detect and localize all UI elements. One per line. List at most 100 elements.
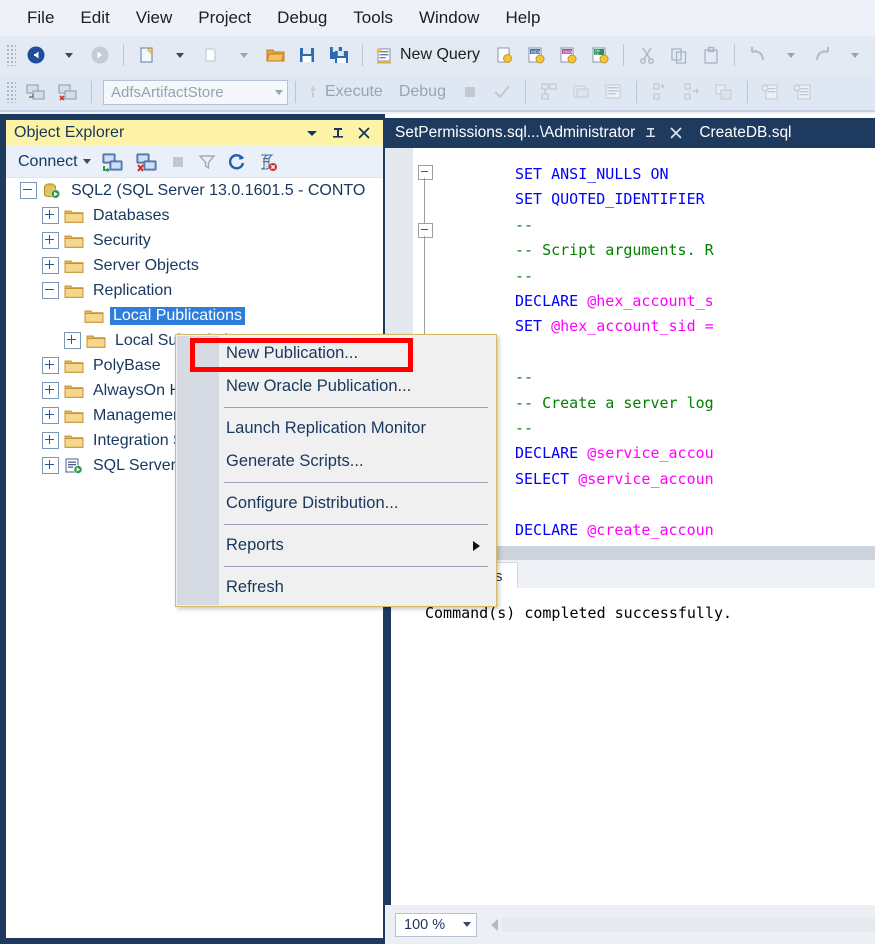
expander-minus-icon[interactable]	[42, 282, 59, 299]
zoom-level-combo[interactable]: 100 %	[395, 912, 477, 937]
tree-node-server-objects[interactable]: Server Objects	[6, 253, 383, 278]
expander-minus-icon[interactable]	[20, 182, 37, 199]
tree-node-databases[interactable]: Databases	[6, 203, 383, 228]
connect-dropdown-button[interactable]: Connect	[13, 153, 96, 171]
save-button[interactable]	[291, 41, 323, 69]
stop-action-button[interactable]	[164, 153, 192, 171]
fold-toggle-1[interactable]	[418, 165, 433, 180]
database-engine-query-button[interactable]	[488, 41, 520, 69]
tab-setpermissions-sql[interactable]: SetPermissions.sql...\Administrator	[385, 118, 690, 148]
expander-plus-icon[interactable]	[64, 332, 81, 349]
expander-plus-icon[interactable]	[42, 407, 59, 424]
save-all-button[interactable]	[323, 41, 355, 69]
toolbar-grip[interactable]	[6, 44, 16, 66]
stop-icon	[172, 156, 183, 167]
open-file-button[interactable]	[259, 41, 291, 69]
results-to-grid-button[interactable]	[597, 78, 629, 106]
expander-plus-icon[interactable]	[42, 232, 59, 249]
context-menu-item-refresh[interactable]: Refresh	[176, 571, 496, 604]
context-menu-item-reports[interactable]: Reports	[176, 529, 496, 562]
stop-button[interactable]	[454, 78, 486, 106]
navigate-back-dropdown[interactable]	[52, 41, 84, 69]
scroll-left-arrow-icon[interactable]	[491, 918, 498, 931]
cut-button[interactable]	[631, 41, 663, 69]
context-menu-item-new-oracle-publication[interactable]: New Oracle Publication...	[176, 370, 496, 403]
parse-button[interactable]	[486, 78, 518, 106]
context-menu-separator	[224, 524, 488, 525]
tree-node-server[interactable]: SQL2 (SQL Server 13.0.1601.5 - CONTO	[6, 178, 383, 203]
results-to-text-button[interactable]	[755, 78, 787, 106]
disconnect-query-button[interactable]	[52, 78, 84, 106]
refresh-button[interactable]	[222, 152, 252, 172]
tab-pin-button[interactable]	[645, 126, 659, 140]
paste-button[interactable]	[695, 41, 727, 69]
expander-plus-icon[interactable]	[42, 382, 59, 399]
redo-dropdown[interactable]	[838, 41, 870, 69]
available-databases-combo[interactable]: AdfsArtifactStore	[103, 79, 288, 105]
context-menu-item-configure-distribution[interactable]: Configure Distribution...	[176, 487, 496, 520]
svg-text:DMX: DMX	[563, 49, 573, 54]
tree-node-replication[interactable]: Replication	[6, 278, 383, 303]
context-menu-item-new-publication[interactable]: New Publication...	[176, 337, 496, 370]
results-to-file-button[interactable]	[787, 78, 819, 106]
debug-button[interactable]: Debug	[391, 78, 454, 106]
close-panel-button[interactable]	[351, 125, 377, 141]
new-project-dropdown[interactable]	[163, 41, 195, 69]
expander-plus-icon[interactable]	[42, 207, 59, 224]
zoom-level-value: 100 %	[404, 916, 446, 933]
script-error-button[interactable]	[252, 152, 284, 172]
indent-button[interactable]	[644, 78, 676, 106]
replication-context-menu[interactable]: New Publication... New Oracle Publicatio…	[175, 334, 497, 607]
menu-tools[interactable]: Tools	[340, 6, 406, 30]
display-estimated-plan-button[interactable]	[533, 78, 565, 106]
comment-lines-button[interactable]	[708, 78, 740, 106]
toolbar2-grip[interactable]	[6, 81, 16, 103]
redo-button[interactable]	[806, 41, 838, 69]
editor-horizontal-scrollbar[interactable]	[440, 546, 875, 560]
menu-edit[interactable]: Edit	[67, 6, 122, 30]
new-item-dropdown[interactable]	[227, 41, 259, 69]
expander-plus-icon[interactable]	[42, 357, 59, 374]
menu-project[interactable]: Project	[185, 6, 264, 30]
dmx-query-button[interactable]: DMX	[552, 41, 584, 69]
mdx-query-button[interactable]: MDX	[520, 41, 552, 69]
expander-plus-icon[interactable]	[42, 432, 59, 449]
navigate-forward-button[interactable]	[84, 41, 116, 69]
tab-createdb-sql[interactable]: CreateDB.sql	[689, 118, 797, 148]
menu-file[interactable]: File	[14, 6, 67, 30]
new-item-button[interactable]	[195, 41, 227, 69]
tab-close-button[interactable]	[669, 126, 683, 140]
auto-hide-pin-button[interactable]	[325, 125, 351, 141]
undo-button[interactable]	[742, 41, 774, 69]
new-query-button[interactable]: New Query	[370, 41, 488, 69]
new-project-button[interactable]	[131, 41, 163, 69]
copy-icon	[671, 48, 687, 64]
undo-dropdown[interactable]	[774, 41, 806, 69]
menu-view[interactable]: View	[123, 6, 186, 30]
connect-query-button[interactable]	[20, 78, 52, 106]
expander-plus-icon[interactable]	[42, 257, 59, 274]
tree-node-local-publications[interactable]: Local Publications	[6, 303, 383, 328]
query-options-button[interactable]	[565, 78, 597, 106]
tree-node-security[interactable]: Security	[6, 228, 383, 253]
context-menu-item-launch-replication-monitor[interactable]: Launch Replication Monitor	[176, 412, 496, 445]
connect-object-explorer-button[interactable]	[96, 152, 130, 172]
specify-values-button[interactable]	[676, 78, 708, 106]
menu-help[interactable]: Help	[492, 6, 553, 30]
context-menu-item-generate-scripts[interactable]: Generate Scripts...	[176, 445, 496, 478]
xmla-query-button[interactable]: XM LA	[584, 41, 616, 69]
menu-debug[interactable]: Debug	[264, 6, 340, 30]
execute-button[interactable]: Execute	[303, 78, 391, 106]
menu-window[interactable]: Window	[406, 6, 492, 30]
server-icon	[44, 182, 60, 198]
expander-plus-icon[interactable]	[42, 457, 59, 474]
window-dropdown-button[interactable]	[299, 125, 325, 141]
fold-toggle-2[interactable]	[418, 223, 433, 238]
copy-button[interactable]	[663, 41, 695, 69]
filter-button[interactable]	[192, 152, 222, 172]
indent-icon	[653, 83, 665, 100]
disconnect-object-explorer-button[interactable]	[130, 152, 164, 172]
editor-hscroll-thumb[interactable]	[440, 546, 875, 560]
status-horizontal-scroll-track[interactable]	[502, 917, 875, 932]
navigate-back-button[interactable]	[20, 41, 52, 69]
